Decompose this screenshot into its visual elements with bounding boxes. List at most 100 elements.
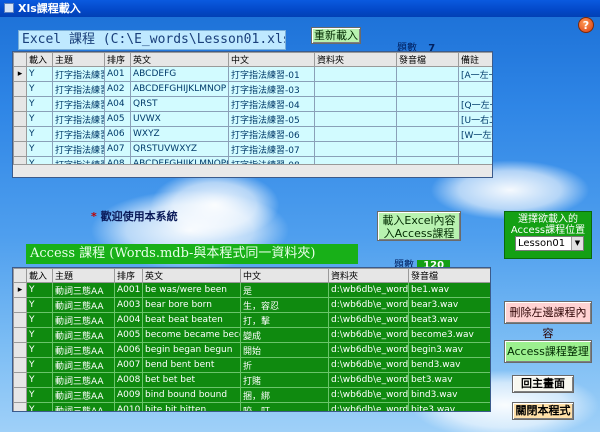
table-cell[interactable]: bite bit bitten: [142, 402, 241, 411]
row-selector[interactable]: [13, 141, 27, 157]
row-selector[interactable]: [13, 327, 27, 343]
excel-grid[interactable]: 載入 主題 排序 英文 中文 資料夾 發音檔 備註 ▸ Y 打字指法練習 A01 ABCDEFG 打字指…: [12, 51, 493, 178]
row-selector[interactable]: [13, 357, 27, 373]
table-cell[interactable]: Y: [26, 81, 53, 97]
row-selector[interactable]: ▸: [13, 66, 27, 82]
access-manage-button[interactable]: Access課程整理: [504, 340, 592, 363]
row-selector[interactable]: [13, 111, 27, 127]
table-cell[interactable]: 打字指法練習-04: [228, 96, 315, 112]
row-selector[interactable]: [13, 81, 27, 97]
help-icon[interactable]: ?: [578, 17, 594, 33]
table-cell[interactable]: 動詞三態AA: [52, 327, 115, 343]
table-cell[interactable]: [396, 81, 459, 97]
table-cell[interactable]: 打字指法練習-05: [228, 111, 315, 127]
excel-horizontal-scrollbar[interactable]: [13, 164, 492, 177]
table-cell[interactable]: 打字指法練習-07: [228, 141, 315, 157]
chevron-down-icon[interactable]: ▼: [571, 237, 583, 250]
table-cell[interactable]: [458, 141, 492, 157]
table-row[interactable]: Y 動詞三態AA A009 bind bound bound 捆，綁 d:\wb6db\e…: [13, 387, 490, 403]
table-cell[interactable]: ABCDEFGHIJKLMNOP: [130, 81, 229, 97]
table-cell[interactable]: [396, 111, 459, 127]
table-cell[interactable]: Y: [26, 111, 53, 127]
table-cell[interactable]: [314, 81, 397, 97]
table-cell[interactable]: become3.wav: [408, 327, 490, 343]
row-selector[interactable]: [13, 387, 27, 403]
table-cell[interactable]: [U一右二: [458, 111, 492, 127]
table-cell[interactable]: bind3.wav: [408, 387, 490, 403]
table-cell[interactable]: bite3.wav: [408, 402, 490, 411]
table-cell[interactable]: QRSTUVWXYZ: [130, 141, 229, 157]
table-cell[interactable]: A008: [114, 372, 143, 388]
access-column-header[interactable]: 資料夾: [328, 268, 409, 283]
access-column-header[interactable]: 中文: [240, 268, 329, 283]
table-cell[interactable]: QRST: [130, 96, 229, 112]
table-cell[interactable]: 動詞三態AA: [52, 357, 115, 373]
table-row[interactable]: Y 動詞三態AA A004 beat beat beaten 打，擊 d:\wb6db\e…: [13, 312, 490, 328]
table-cell[interactable]: A003: [114, 297, 143, 313]
table-cell[interactable]: become became become: [142, 327, 241, 343]
table-cell[interactable]: d:\wb6db\e_words_20: [328, 402, 409, 411]
table-row[interactable]: Y動詞三態AAA008bet bet bet打賭d:\wb6db\e_words…: [13, 372, 490, 388]
table-cell[interactable]: 動詞三態AA: [52, 297, 115, 313]
table-row[interactable]: Y 打字指法練習 A07 QRSTUVWXYZ 打字指法練習-07: [13, 141, 492, 157]
access-column-header[interactable]: 英文: [142, 268, 241, 283]
table-cell[interactable]: 打字指法練習: [52, 141, 105, 157]
table-row[interactable]: Y 動詞三態AA A007 bend bent bent 折 d:\wb6db\e_wor…: [13, 357, 490, 373]
table-cell[interactable]: bet3.wav: [408, 372, 490, 388]
table-cell[interactable]: 生，容忍: [240, 297, 329, 313]
table-cell[interactable]: 打字指法練習: [52, 96, 105, 112]
table-row[interactable]: Y 動詞三態AA A010 bite bit bitten 咬，叮 d:\wb6db\e_…: [13, 402, 490, 411]
table-cell[interactable]: [314, 141, 397, 157]
access-column-header[interactable]: 排序: [114, 268, 143, 283]
row-selector[interactable]: [13, 372, 27, 388]
table-cell[interactable]: A04: [104, 96, 131, 112]
table-cell[interactable]: bet bet bet: [142, 372, 241, 388]
table-row[interactable]: Y打字指法練習A05UVWX打字指法練習-05 [U一右二: [13, 111, 492, 127]
table-cell[interactable]: A005: [114, 327, 143, 343]
table-cell[interactable]: UVWX: [130, 111, 229, 127]
table-cell[interactable]: d:\wb6db\e_words_20: [328, 312, 409, 328]
table-cell[interactable]: 是: [240, 282, 329, 298]
excel-column-header[interactable]: 中文: [228, 52, 315, 67]
table-cell[interactable]: [396, 96, 459, 112]
table-cell[interactable]: d:\wb6db\e_words_20: [328, 357, 409, 373]
table-cell[interactable]: beat beat beaten: [142, 312, 241, 328]
table-cell[interactable]: Y: [26, 357, 53, 373]
table-cell[interactable]: 打字指法練習: [52, 111, 105, 127]
row-selector[interactable]: [13, 297, 27, 313]
table-cell[interactable]: 打字指法練習-03: [228, 81, 315, 97]
table-cell[interactable]: A004: [114, 312, 143, 328]
table-cell[interactable]: 打賭: [240, 372, 329, 388]
table-cell[interactable]: [396, 141, 459, 157]
table-row[interactable]: Y 動詞三態AA A006 begin began begun 開始 d:\wb6db\e…: [13, 342, 490, 358]
table-cell[interactable]: A009: [114, 387, 143, 403]
access-grid[interactable]: 載入主題排序英文中文資料夾發音檔備註 ▸Y動詞三態AAA001be was/we…: [12, 267, 491, 412]
table-cell[interactable]: [314, 111, 397, 127]
table-cell[interactable]: A006: [114, 342, 143, 358]
table-cell[interactable]: Y: [26, 126, 53, 142]
row-selector[interactable]: [13, 312, 27, 328]
table-cell[interactable]: 動詞三態AA: [52, 312, 115, 328]
row-selector[interactable]: [13, 342, 27, 358]
delete-lessons-button[interactable]: 刪除左邊課程內容: [504, 301, 592, 340]
table-cell[interactable]: [314, 66, 397, 82]
excel-column-header[interactable]: 英文: [130, 52, 229, 67]
table-cell[interactable]: bend3.wav: [408, 357, 490, 373]
table-cell[interactable]: A01: [104, 66, 131, 82]
table-cell[interactable]: begin3.wav: [408, 342, 490, 358]
table-cell[interactable]: Y: [26, 342, 53, 358]
table-cell[interactable]: d:\wb6db\e_words_20: [328, 387, 409, 403]
table-cell[interactable]: d:\wb6db\e_words_20: [328, 282, 409, 298]
table-cell[interactable]: A001: [114, 282, 143, 298]
row-selector[interactable]: [13, 126, 27, 142]
table-cell[interactable]: 動詞三態AA: [52, 342, 115, 358]
table-cell[interactable]: [314, 96, 397, 112]
table-cell[interactable]: A05: [104, 111, 131, 127]
table-cell[interactable]: Y: [26, 387, 53, 403]
table-row[interactable]: Y動詞三態AAA005become became become變成d:\wb6d…: [13, 327, 490, 343]
table-cell[interactable]: 打，擊: [240, 312, 329, 328]
table-cell[interactable]: Y: [26, 297, 53, 313]
table-cell[interactable]: [Q一左一: [458, 96, 492, 112]
table-cell[interactable]: 動詞三態AA: [52, 402, 115, 411]
table-row[interactable]: ▸ Y 動詞三態AA A001 be was/were been 是 d:\wb6db\e_…: [13, 282, 490, 298]
